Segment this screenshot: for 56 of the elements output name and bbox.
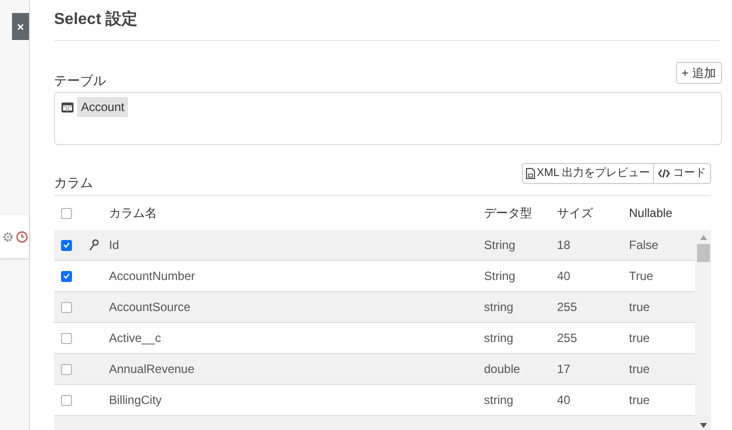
table-cell-text: true bbox=[629, 330, 650, 347]
table-cell-text: AccountSource bbox=[109, 299, 192, 316]
scroll-up-icon[interactable] bbox=[700, 235, 706, 240]
table-cell-text: BillingCity bbox=[109, 392, 163, 409]
section-label: カラム bbox=[54, 174, 93, 192]
table-cell-text: Id bbox=[109, 237, 120, 254]
table-icon bbox=[61, 102, 74, 114]
column-header: データ型 bbox=[484, 205, 533, 222]
code-icon bbox=[658, 169, 670, 178]
table-cell-text: double bbox=[484, 361, 522, 378]
column-header: カラム名 bbox=[109, 205, 158, 222]
table-cell-text: string bbox=[484, 330, 514, 347]
panel-title: Select 設定 bbox=[54, 9, 138, 30]
checkbox[interactable] bbox=[61, 270, 72, 282]
table-cell-text: string bbox=[484, 299, 514, 316]
table-cell-text: AccountNumber bbox=[109, 268, 196, 285]
column-header: Nullable bbox=[629, 205, 672, 222]
add-button[interactable]: + 追加 bbox=[676, 62, 722, 84]
table-cell-text: true bbox=[629, 299, 650, 316]
section-label: テーブル bbox=[54, 72, 106, 90]
preview-button[interactable]: XML 出力をプレビュー bbox=[522, 163, 654, 184]
table-cell-text: true bbox=[629, 392, 650, 409]
table-cell-text: AnnualRevenue bbox=[109, 361, 196, 378]
table-row[interactable]: Id String 18 False bbox=[54, 230, 695, 261]
table-row[interactable]: AccountSource string 255 true bbox=[54, 292, 695, 323]
table-cell-text: String bbox=[484, 268, 516, 285]
table-cell-text: 40 bbox=[557, 392, 572, 409]
checkbox[interactable] bbox=[61, 332, 72, 344]
table-cell-text: True bbox=[629, 268, 654, 285]
checkbox[interactable] bbox=[61, 240, 72, 250]
table-cell-text: False bbox=[629, 237, 658, 254]
scrollbar-thumb[interactable] bbox=[696, 244, 710, 262]
scroll-down-icon[interactable] bbox=[700, 423, 706, 428]
checkbox[interactable] bbox=[61, 208, 72, 218]
table-row[interactable]: AnnualRevenue double 17 true bbox=[54, 354, 695, 385]
table-cell-text: 18 bbox=[557, 237, 572, 254]
table-cell-text: string bbox=[484, 392, 514, 409]
table-cell-text: 255 bbox=[557, 299, 578, 316]
table-cell-text: 17 bbox=[557, 361, 572, 378]
checkbox[interactable] bbox=[61, 394, 72, 406]
code-button[interactable]: コード bbox=[654, 163, 711, 184]
checkbox[interactable] bbox=[61, 364, 72, 374]
file-icon bbox=[526, 168, 535, 179]
close-button[interactable]: × bbox=[12, 13, 29, 40]
table-cell-text: 40 bbox=[557, 268, 572, 285]
table-tag[interactable]: Account bbox=[77, 97, 128, 118]
table-cell-text: Active__c bbox=[109, 330, 162, 347]
checkbox[interactable] bbox=[61, 302, 72, 312]
table-cell-text: String bbox=[484, 237, 516, 254]
table-cell-text: true bbox=[629, 361, 650, 378]
gear-icon[interactable] bbox=[3, 232, 13, 242]
scrollbar[interactable] bbox=[695, 230, 711, 430]
clock-icon[interactable] bbox=[16, 230, 28, 242]
table-cell-text: 255 bbox=[557, 330, 578, 347]
table-list-field[interactable]: Account bbox=[54, 92, 722, 145]
column-header: サイズ bbox=[557, 205, 594, 222]
